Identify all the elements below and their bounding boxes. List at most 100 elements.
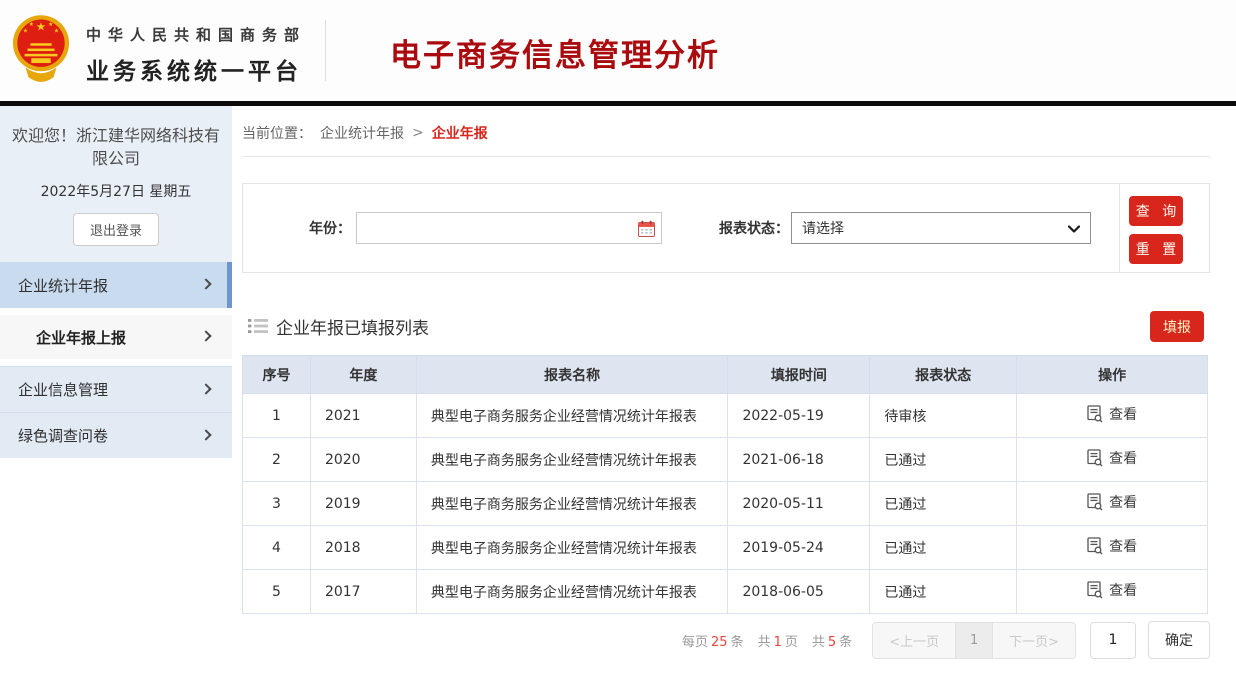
col-header-year: 年度 — [310, 356, 416, 394]
report-table-body: 1 2021 典型电子商务服务企业经营情况统计年报表 2022-05-19 待审… — [243, 394, 1208, 614]
list-icon — [248, 318, 268, 334]
document-search-icon — [1087, 537, 1103, 555]
cell-status: 已通过 — [870, 482, 1017, 526]
total-items-count: 5 — [828, 635, 836, 650]
chevron-right-icon — [200, 331, 211, 342]
col-header-no: 序号 — [243, 356, 311, 394]
view-link[interactable]: 查看 — [1087, 536, 1137, 556]
view-link-label: 查看 — [1109, 580, 1137, 600]
filter-divider — [1119, 184, 1120, 272]
breadcrumb-parent-link[interactable]: 企业统计年报 — [320, 123, 404, 143]
total-pages-count: 1 — [774, 635, 782, 650]
sidebar: 欢迎您！浙江建华网络科技有限公司 2022年5月27日 星期五 退出登录 企业统… — [0, 106, 232, 458]
pagination: 每页25条 共1页 共5条 <上一页 1 下一页> 确定 — [242, 620, 1210, 660]
sidebar-item-label: 绿色调查问卷 — [18, 425, 108, 446]
platform-name: 业务系统统一平台 — [86, 52, 306, 86]
org-block: 中华人民共和国商务部 业务系统统一平台 — [86, 24, 306, 86]
document-search-icon — [1087, 449, 1103, 467]
page-number-input[interactable] — [1090, 622, 1136, 659]
cell-fill-time: 2022-05-19 — [728, 394, 870, 438]
svg-text:★: ★ — [54, 28, 59, 35]
logout-button[interactable]: 退出登录 — [73, 213, 159, 246]
header-divider — [325, 20, 326, 81]
sidebar-item-enterprise-info[interactable]: 企业信息管理 — [0, 366, 232, 412]
cell-report-name: 典型电子商务服务企业经营情况统计年报表 — [416, 394, 728, 438]
col-header-name: 报表名称 — [416, 356, 728, 394]
svg-text:★: ★ — [29, 21, 34, 28]
cell-no: 3 — [243, 482, 311, 526]
cell-no: 1 — [243, 394, 311, 438]
cell-fill-time: 2019-05-24 — [728, 526, 870, 570]
view-link-label: 查看 — [1109, 448, 1137, 468]
cell-year: 2017 — [310, 570, 416, 614]
sidebar-item-annual-report-submit[interactable]: 企业年报上报 — [0, 315, 232, 359]
welcome-box: 欢迎您！浙江建华网络科技有限公司 2022年5月27日 星期五 退出登录 — [0, 106, 232, 262]
cell-year: 2020 — [310, 438, 416, 482]
cell-fill-time: 2021-06-18 — [728, 438, 870, 482]
sidebar-item-annual-report[interactable]: 企业统计年报 — [0, 262, 232, 308]
list-title: 企业年报已填报列表 — [276, 314, 429, 339]
calendar-icon[interactable] — [638, 220, 655, 237]
view-link[interactable]: 查看 — [1087, 492, 1137, 512]
year-input[interactable] — [357, 213, 661, 243]
cell-no: 5 — [243, 570, 311, 614]
document-search-icon — [1087, 493, 1103, 511]
cell-status: 待审核 — [870, 394, 1017, 438]
status-select-value: 请选择 — [802, 218, 844, 238]
total-pages-text: 共1页 — [758, 631, 798, 650]
chevron-down-icon — [1068, 225, 1080, 233]
cell-report-name: 典型电子商务服务企业经营情况统计年报表 — [416, 526, 728, 570]
svg-text:★: ★ — [48, 21, 53, 28]
cell-year: 2018 — [310, 526, 416, 570]
table-row: 5 2017 典型电子商务服务企业经营情况统计年报表 2018-06-05 已通… — [243, 570, 1208, 614]
current-page-button[interactable]: 1 — [955, 623, 993, 658]
confirm-page-button[interactable]: 确定 — [1148, 621, 1210, 659]
view-link[interactable]: 查看 — [1087, 580, 1137, 600]
view-link-label: 查看 — [1109, 492, 1137, 512]
fill-report-button[interactable]: 填报 — [1150, 311, 1204, 342]
year-label: 年份： — [275, 184, 351, 272]
chevron-right-icon — [200, 429, 211, 440]
app-title: 电子商务信息管理分析 — [390, 30, 720, 75]
table-row: 2 2020 典型电子商务服务企业经营情况统计年报表 2021-06-18 已通… — [243, 438, 1208, 482]
svg-text:★: ★ — [36, 20, 46, 34]
document-search-icon — [1087, 581, 1103, 599]
total-items-text: 共5条 — [812, 631, 852, 650]
next-page-button[interactable]: 下一页> — [993, 623, 1075, 658]
view-link-label: 查看 — [1109, 404, 1137, 424]
cell-year: 2019 — [310, 482, 416, 526]
cell-report-name: 典型电子商务服务企业经营情况统计年报表 — [416, 570, 728, 614]
cell-no: 2 — [243, 438, 311, 482]
report-table: 序号 年度 报表名称 填报时间 报表状态 操作 1 2021 典型电子商务服务企… — [242, 355, 1208, 614]
page: ★ ★ ★ ★ ★ 中华人民共和国商务部 业务系统统一平台 电子商务信息管理分析… — [0, 0, 1236, 673]
table-row: 4 2018 典型电子商务服务企业经营情况统计年报表 2019-05-24 已通… — [243, 526, 1208, 570]
year-field-wrap — [356, 212, 662, 244]
reset-button[interactable]: 重 置 — [1129, 234, 1183, 264]
welcome-text: 欢迎您！浙江建华网络科技有限公司 — [12, 124, 220, 170]
cell-report-name: 典型电子商务服务企业经营情况统计年报表 — [416, 482, 728, 526]
national-emblem-icon: ★ ★ ★ ★ ★ — [12, 13, 70, 87]
header: ★ ★ ★ ★ ★ 中华人民共和国商务部 业务系统统一平台 电子商务信息管理分析 — [0, 0, 1236, 101]
prev-page-button[interactable]: <上一页 — [873, 623, 955, 658]
filter-panel: 年份： 报表状态： 请选择 查 询 重 置 — [242, 183, 1210, 273]
svg-text:★: ★ — [23, 28, 28, 35]
sidebar-item-green-survey[interactable]: 绿色调查问卷 — [0, 412, 232, 458]
sidebar-date: 2022年5月27日 星期五 — [12, 181, 220, 201]
chevron-right-icon — [200, 383, 211, 394]
table-header-row: 序号 年度 报表名称 填报时间 报表状态 操作 — [243, 356, 1208, 394]
breadcrumb: 当前位置： 企业统计年报 > 企业年报 — [242, 110, 1210, 157]
cell-status: 已通过 — [870, 526, 1017, 570]
per-page-count: 25 — [711, 635, 728, 650]
status-select[interactable]: 请选择 — [791, 212, 1091, 244]
view-link[interactable]: 查看 — [1087, 448, 1137, 468]
document-search-icon — [1087, 405, 1103, 423]
cell-report-name: 典型电子商务服务企业经营情况统计年报表 — [416, 438, 728, 482]
breadcrumb-label: 当前位置： — [242, 123, 312, 143]
table-row: 3 2019 典型电子商务服务企业经营情况统计年报表 2020-05-11 已通… — [243, 482, 1208, 526]
cell-fill-time: 2018-06-05 — [728, 570, 870, 614]
pager-group: <上一页 1 下一页> — [872, 622, 1076, 659]
view-link[interactable]: 查看 — [1087, 404, 1137, 424]
sidebar-item-label: 企业信息管理 — [18, 379, 108, 400]
table-row: 1 2021 典型电子商务服务企业经营情况统计年报表 2022-05-19 待审… — [243, 394, 1208, 438]
search-button[interactable]: 查 询 — [1129, 196, 1183, 226]
